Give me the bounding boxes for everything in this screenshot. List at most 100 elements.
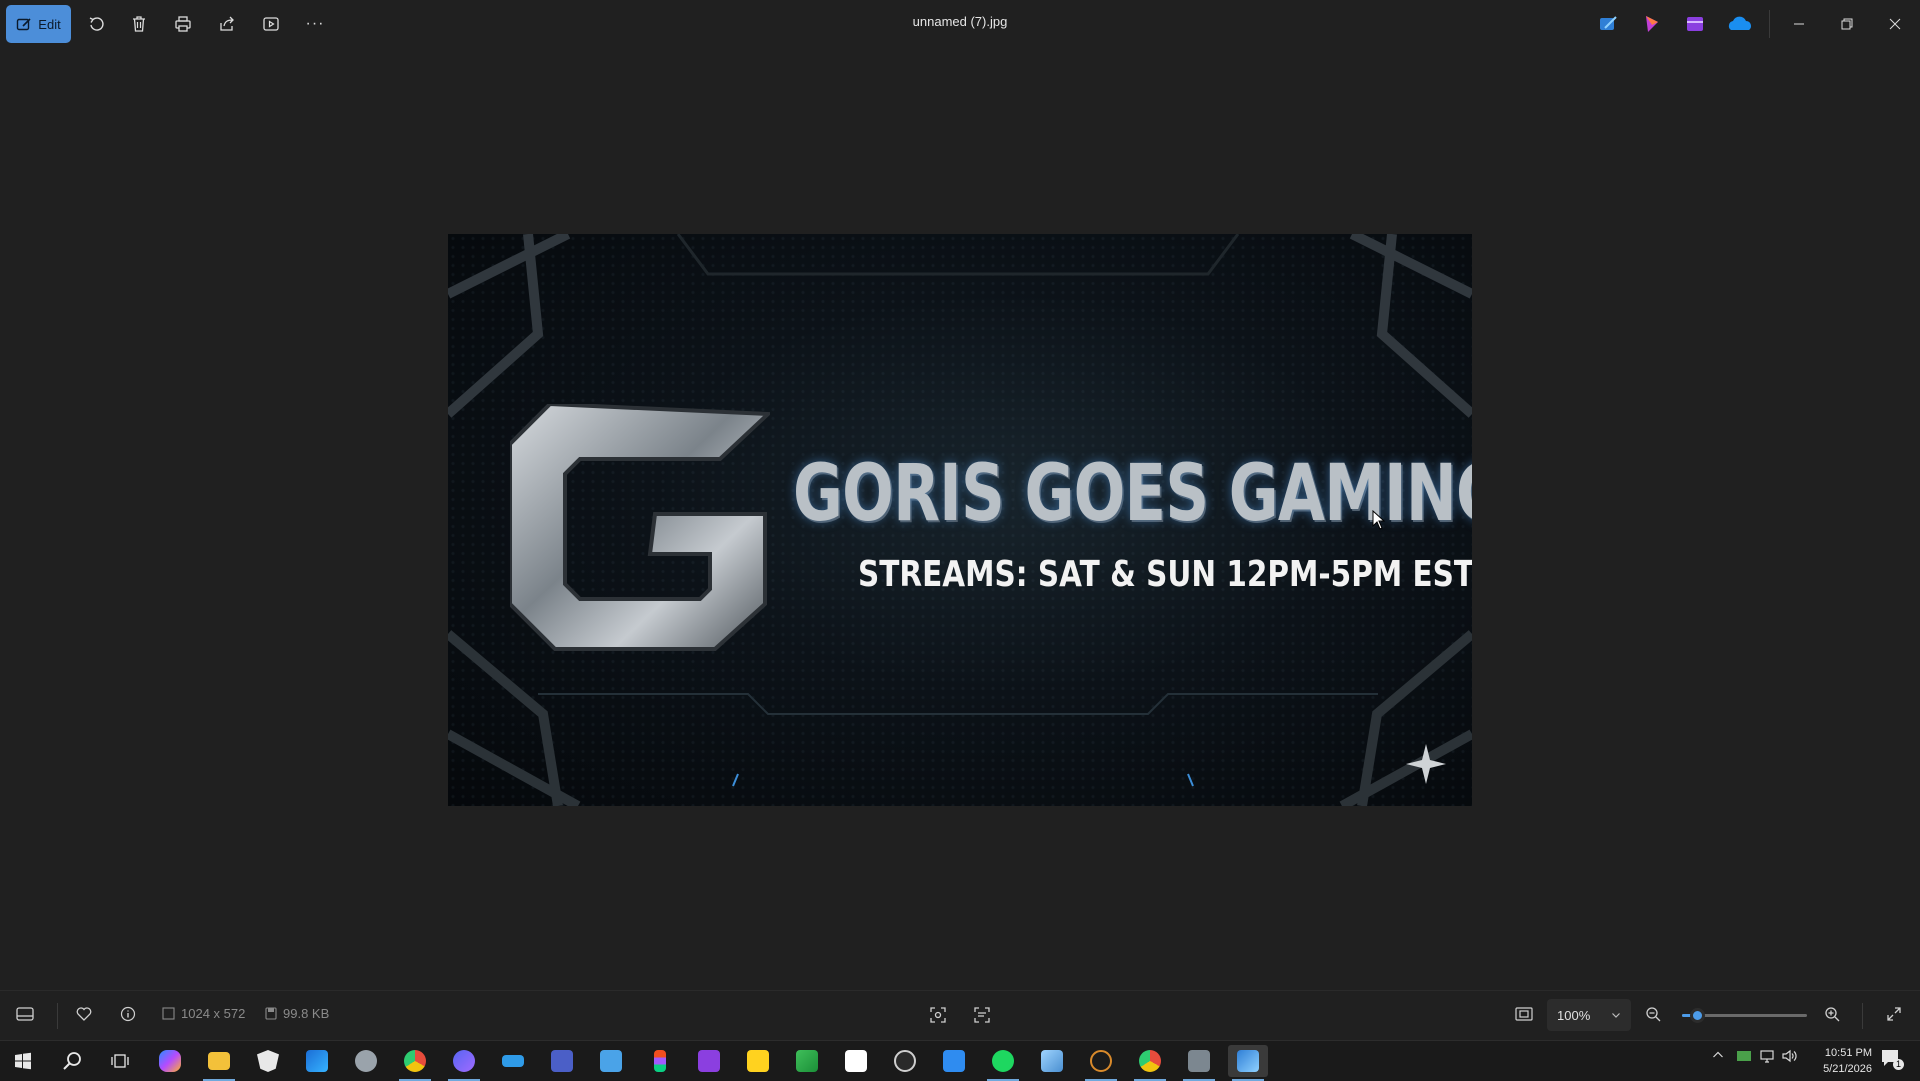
taskbar-outlook[interactable] — [297, 1045, 337, 1077]
full-screen-button[interactable] — [1886, 1006, 1902, 1022]
figma-icon — [654, 1050, 666, 1072]
chrome-profile-icon — [1139, 1050, 1161, 1072]
clock-time: 10:51 PM — [1824, 1047, 1872, 1059]
taskbar-heartrate-app[interactable] — [493, 1045, 533, 1077]
file-size: 99.8 KB — [265, 1006, 329, 1021]
taskbar-circle-app[interactable] — [1081, 1045, 1121, 1081]
zoom-slider[interactable] — [1682, 1008, 1807, 1023]
taskbar-calendar[interactable] — [934, 1045, 974, 1077]
green-app-icon — [796, 1050, 818, 1072]
taskbar-spotify[interactable] — [983, 1045, 1023, 1081]
volume-icon — [1782, 1049, 1797, 1063]
taskbar-security[interactable] — [248, 1045, 288, 1077]
clipchamp-icon[interactable] — [1640, 12, 1664, 36]
taskbar-photos[interactable] — [1228, 1045, 1268, 1081]
zoom-level-dropdown[interactable]: 100% — [1547, 999, 1631, 1031]
taskbar-teams[interactable] — [542, 1045, 582, 1077]
save-disk-icon — [265, 1007, 277, 1020]
taskbar-sticky-notes[interactable] — [738, 1045, 778, 1077]
fit-to-window-button[interactable] — [1515, 1006, 1533, 1022]
expand-icon — [1887, 1007, 1901, 1021]
mouse-cursor-icon — [1372, 510, 1386, 530]
taskbar-file-explorer[interactable] — [199, 1045, 239, 1081]
clipchamp-icon — [698, 1050, 720, 1072]
photo-viewport[interactable]: GORIS GOES GAMING STREAMS: SAT & SUN 12P… — [448, 234, 1472, 806]
photos-edit-app-icon[interactable] — [1596, 12, 1620, 36]
taskbar-notepad[interactable] — [1032, 1045, 1072, 1077]
image-dimensions: 1024 x 572 — [162, 1006, 245, 1021]
circle-app-icon — [1090, 1050, 1112, 1072]
dimensions-icon — [162, 1007, 175, 1020]
close-button[interactable] — [1872, 6, 1918, 42]
titlebar-divider — [1769, 10, 1770, 38]
network-icon — [1760, 1050, 1774, 1063]
zoom-out-icon — [1646, 1007, 1661, 1022]
g-logo-graphic — [510, 404, 770, 651]
file-info-button[interactable] — [120, 1006, 136, 1022]
fit-window-icon — [1515, 1007, 1533, 1021]
search-button[interactable] — [52, 1045, 92, 1077]
banner-subtitle: STREAMS: SAT & SUN 12PM-5PM EST — [858, 554, 1472, 595]
task-view-button[interactable] — [100, 1045, 140, 1077]
file-size-text: 99.8 KB — [283, 1006, 330, 1021]
favorite-button[interactable] — [76, 1006, 92, 1022]
heartrate-app-icon — [502, 1055, 524, 1067]
taskbar-obs[interactable] — [885, 1045, 925, 1077]
zoom-in-button[interactable] — [1824, 1006, 1840, 1022]
taskbar-roblox[interactable] — [836, 1045, 876, 1077]
taskbar-figma[interactable] — [640, 1045, 680, 1077]
taskbar-game-app[interactable] — [1179, 1045, 1219, 1081]
roblox-icon — [845, 1050, 867, 1072]
statusbar-divider — [1862, 1003, 1863, 1029]
taskbar-chrome[interactable] — [395, 1045, 435, 1081]
status-bar: 1024 x 572 99.8 KB 100% — [0, 990, 1920, 1041]
messenger-icon — [453, 1050, 475, 1072]
outlook-icon — [306, 1050, 328, 1072]
notifications-button[interactable]: 1 — [1880, 1047, 1904, 1072]
taskbar-chrome-profile[interactable] — [1130, 1045, 1170, 1081]
window-title: unnamed (7).jpg — [912, 14, 1008, 29]
chrome-icon — [404, 1050, 426, 1072]
close-icon — [1889, 18, 1901, 30]
security-icon — [257, 1050, 279, 1072]
clock-date: 5/21/2026 — [1823, 1063, 1872, 1075]
tray-app-icon — [1737, 1051, 1751, 1061]
teams-icon — [551, 1050, 573, 1072]
filmstrip-button[interactable] — [16, 1006, 34, 1022]
sparkle-icon — [1406, 744, 1446, 784]
remote-desktop-icon — [600, 1050, 622, 1072]
zoom-slider-thumb[interactable] — [1690, 1008, 1705, 1023]
chevron-up-icon — [1713, 1051, 1723, 1058]
minimize-icon — [1794, 23, 1804, 25]
taskbar-messenger[interactable] — [444, 1045, 484, 1081]
start-button[interactable] — [3, 1045, 43, 1077]
volume-button[interactable] — [1782, 1049, 1798, 1066]
zoom-out-button[interactable] — [1645, 1006, 1661, 1022]
visual-search-icon — [930, 1007, 946, 1023]
taskbar-green-app[interactable] — [787, 1045, 827, 1077]
filmstrip-icon — [16, 1007, 34, 1021]
taskbar-clock[interactable]: 10:51 PM 5/21/2026 — [1823, 1045, 1872, 1077]
taskbar: 10:51 PM 5/21/2026 1 — [0, 1040, 1920, 1081]
restore-icon — [1841, 18, 1853, 30]
taskbar-remote-desktop[interactable] — [591, 1045, 631, 1077]
restore-button[interactable] — [1824, 6, 1870, 42]
visual-search-button[interactable] — [929, 1006, 947, 1024]
zoom-in-icon — [1825, 1007, 1840, 1022]
taskbar-clipchamp[interactable] — [689, 1045, 729, 1077]
tray-app-button[interactable] — [1736, 1049, 1752, 1066]
video-editor-icon[interactable] — [1683, 12, 1707, 36]
network-button[interactable] — [1760, 1049, 1774, 1066]
obs-icon — [894, 1050, 916, 1072]
taskbar-copilot[interactable] — [150, 1045, 190, 1077]
tray-overflow-button[interactable] — [1712, 1049, 1724, 1064]
onedrive-icon[interactable] — [1726, 12, 1751, 36]
minimize-button[interactable] — [1776, 6, 1822, 42]
file-explorer-icon — [208, 1052, 230, 1070]
text-scan-button[interactable] — [973, 1006, 991, 1024]
notepad-icon — [1041, 1050, 1063, 1072]
calendar-icon — [943, 1050, 965, 1072]
shield-app-icon — [355, 1050, 377, 1072]
text-scan-icon — [974, 1007, 990, 1023]
taskbar-shield-app[interactable] — [346, 1045, 386, 1077]
